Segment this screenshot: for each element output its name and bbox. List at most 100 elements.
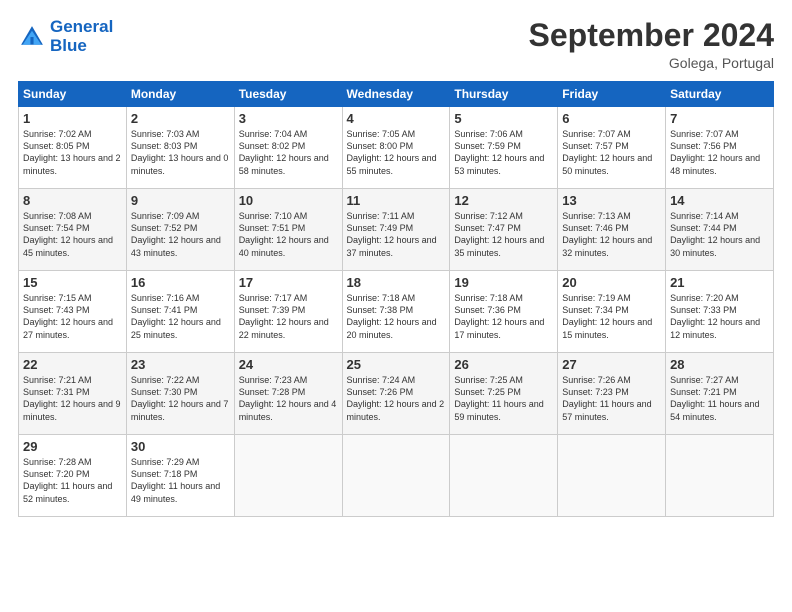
day-number: 26 [454, 357, 553, 372]
cell-details: Sunrise: 7:12 AMSunset: 7:47 PMDaylight:… [454, 210, 553, 259]
cell-details: Sunrise: 7:09 AMSunset: 7:52 PMDaylight:… [131, 210, 230, 259]
cell-details: Sunrise: 7:26 AMSunset: 7:23 PMDaylight:… [562, 374, 661, 423]
header: General Blue September 2024 Golega, Port… [18, 18, 774, 71]
calendar-cell: 7 Sunrise: 7:07 AMSunset: 7:56 PMDaylight… [666, 107, 774, 189]
cell-details: Sunrise: 7:10 AMSunset: 7:51 PMDaylight:… [239, 210, 338, 259]
calendar-cell: 28Sunrise: 7:27 AMSunset: 7:21 PMDayligh… [666, 353, 774, 435]
cell-details: Sunrise: 7:03 AMSunset: 8:03 PMDaylight:… [131, 128, 230, 177]
calendar-cell: 1 Sunrise: 7:02 AMSunset: 8:05 PMDaylight… [19, 107, 127, 189]
cell-details: Sunrise: 7:11 AMSunset: 7:49 PMDaylight:… [347, 210, 446, 259]
cell-details: Sunrise: 7:19 AMSunset: 7:34 PMDaylight:… [562, 292, 661, 341]
cell-details: Sunrise: 7:07 AMSunset: 7:57 PMDaylight:… [562, 128, 661, 177]
cell-details: Sunrise: 7:04 AMSunset: 8:02 PMDaylight:… [239, 128, 338, 177]
cell-details: Sunrise: 7:23 AMSunset: 7:28 PMDaylight:… [239, 374, 338, 423]
weekday-header-row: SundayMondayTuesdayWednesdayThursdayFrid… [19, 82, 774, 107]
cell-details: Sunrise: 7:16 AMSunset: 7:41 PMDaylight:… [131, 292, 230, 341]
calendar-cell: 27 Sunrise: 7:26 AMSunset: 7:23 PMDayligh… [558, 353, 666, 435]
calendar-cell: 17 Sunrise: 7:17 AMSunset: 7:39 PMDayligh… [234, 271, 342, 353]
logo-text: General Blue [50, 18, 113, 55]
cell-details: Sunrise: 7:22 AMSunset: 7:30 PMDaylight:… [131, 374, 230, 423]
calendar-cell: 11Sunrise: 7:11 AMSunset: 7:49 PMDayligh… [342, 189, 450, 271]
cell-details: Sunrise: 7:21 AMSunset: 7:31 PMDaylight:… [23, 374, 122, 423]
calendar-cell: 16 Sunrise: 7:16 AMSunset: 7:41 PMDayligh… [126, 271, 234, 353]
day-number: 4 [347, 111, 446, 126]
cell-details: Sunrise: 7:08 AMSunset: 7:54 PMDaylight:… [23, 210, 122, 259]
day-number: 16 [131, 275, 230, 290]
weekday-header-tuesday: Tuesday [234, 82, 342, 107]
day-number: 18 [347, 275, 446, 290]
day-number: 6 [562, 111, 661, 126]
day-number: 10 [239, 193, 338, 208]
title-block: September 2024 Golega, Portugal [529, 18, 774, 71]
calendar-cell: 4 Sunrise: 7:05 AMSunset: 8:00 PMDaylight… [342, 107, 450, 189]
day-number: 21 [670, 275, 769, 290]
calendar-cell: 10 Sunrise: 7:10 AMSunset: 7:51 PMDayligh… [234, 189, 342, 271]
cell-details: Sunrise: 7:05 AMSunset: 8:00 PMDaylight:… [347, 128, 446, 177]
cell-details: Sunrise: 7:07 AMSunset: 7:56 PMDaylight:… [670, 128, 769, 177]
calendar-cell [234, 435, 342, 517]
cell-details: Sunrise: 7:18 AMSunset: 7:36 PMDaylight:… [454, 292, 553, 341]
day-number: 30 [131, 439, 230, 454]
calendar-cell: 29 Sunrise: 7:28 AMSunset: 7:20 PMDayligh… [19, 435, 127, 517]
cell-details: Sunrise: 7:18 AMSunset: 7:38 PMDaylight:… [347, 292, 446, 341]
day-number: 23 [131, 357, 230, 372]
cell-details: Sunrise: 7:13 AMSunset: 7:46 PMDaylight:… [562, 210, 661, 259]
day-number: 25 [347, 357, 446, 372]
day-number: 17 [239, 275, 338, 290]
day-number: 12 [454, 193, 553, 208]
weekday-header-friday: Friday [558, 82, 666, 107]
calendar-week-2: 8Sunrise: 7:08 AMSunset: 7:54 PMDaylight… [19, 189, 774, 271]
weekday-header-sunday: Sunday [19, 82, 127, 107]
day-number: 13 [562, 193, 661, 208]
day-number: 15 [23, 275, 122, 290]
day-number: 2 [131, 111, 230, 126]
calendar-table: SundayMondayTuesdayWednesdayThursdayFrid… [18, 81, 774, 517]
calendar-cell: 19Sunrise: 7:18 AMSunset: 7:36 PMDayligh… [450, 271, 558, 353]
calendar-cell [450, 435, 558, 517]
day-number: 29 [23, 439, 122, 454]
day-number: 7 [670, 111, 769, 126]
calendar-cell: 13 Sunrise: 7:13 AMSunset: 7:46 PMDayligh… [558, 189, 666, 271]
day-number: 27 [562, 357, 661, 372]
calendar-cell [558, 435, 666, 517]
calendar-cell: 14Sunrise: 7:14 AMSunset: 7:44 PMDayligh… [666, 189, 774, 271]
calendar-cell [666, 435, 774, 517]
calendar-cell: 15 Sunrise: 7:15 AMSunset: 7:43 PMDayligh… [19, 271, 127, 353]
month-year: September 2024 [529, 18, 774, 53]
logo-blue: Blue [50, 36, 87, 55]
weekday-header-wednesday: Wednesday [342, 82, 450, 107]
calendar-cell: 3Sunrise: 7:04 AMSunset: 8:02 PMDaylight… [234, 107, 342, 189]
cell-details: Sunrise: 7:25 AMSunset: 7:25 PMDaylight:… [454, 374, 553, 423]
calendar-week-4: 22 Sunrise: 7:21 AMSunset: 7:31 PMDayligh… [19, 353, 774, 435]
cell-details: Sunrise: 7:29 AMSunset: 7:18 PMDaylight:… [131, 456, 230, 505]
day-number: 9 [131, 193, 230, 208]
cell-details: Sunrise: 7:24 AMSunset: 7:26 PMDaylight:… [347, 374, 446, 423]
cell-details: Sunrise: 7:27 AMSunset: 7:21 PMDaylight:… [670, 374, 769, 423]
calendar-cell: 5 Sunrise: 7:06 AMSunset: 7:59 PMDaylight… [450, 107, 558, 189]
cell-details: Sunrise: 7:15 AMSunset: 7:43 PMDaylight:… [23, 292, 122, 341]
logo-general: General [50, 17, 113, 36]
cell-details: Sunrise: 7:17 AMSunset: 7:39 PMDaylight:… [239, 292, 338, 341]
day-number: 22 [23, 357, 122, 372]
weekday-header-thursday: Thursday [450, 82, 558, 107]
logo-icon [18, 23, 46, 51]
calendar-week-1: 1 Sunrise: 7:02 AMSunset: 8:05 PMDaylight… [19, 107, 774, 189]
calendar-cell: 6 Sunrise: 7:07 AMSunset: 7:57 PMDaylight… [558, 107, 666, 189]
calendar-body: 1 Sunrise: 7:02 AMSunset: 8:05 PMDaylight… [19, 107, 774, 517]
calendar-cell: 8Sunrise: 7:08 AMSunset: 7:54 PMDaylight… [19, 189, 127, 271]
day-number: 1 [23, 111, 122, 126]
cell-details: Sunrise: 7:20 AMSunset: 7:33 PMDaylight:… [670, 292, 769, 341]
calendar-cell [342, 435, 450, 517]
day-number: 5 [454, 111, 553, 126]
calendar-cell: 18 Sunrise: 7:18 AMSunset: 7:38 PMDayligh… [342, 271, 450, 353]
day-number: 24 [239, 357, 338, 372]
calendar-cell: 22 Sunrise: 7:21 AMSunset: 7:31 PMDayligh… [19, 353, 127, 435]
location: Golega, Portugal [529, 55, 774, 71]
calendar-cell: 21 Sunrise: 7:20 AMSunset: 7:33 PMDayligh… [666, 271, 774, 353]
calendar-cell: 9 Sunrise: 7:09 AMSunset: 7:52 PMDaylight… [126, 189, 234, 271]
calendar-cell: 30 Sunrise: 7:29 AMSunset: 7:18 PMDayligh… [126, 435, 234, 517]
calendar-cell: 24 Sunrise: 7:23 AMSunset: 7:28 PMDayligh… [234, 353, 342, 435]
cell-details: Sunrise: 7:28 AMSunset: 7:20 PMDaylight:… [23, 456, 122, 505]
cell-details: Sunrise: 7:02 AMSunset: 8:05 PMDaylight:… [23, 128, 122, 177]
cell-details: Sunrise: 7:06 AMSunset: 7:59 PMDaylight:… [454, 128, 553, 177]
